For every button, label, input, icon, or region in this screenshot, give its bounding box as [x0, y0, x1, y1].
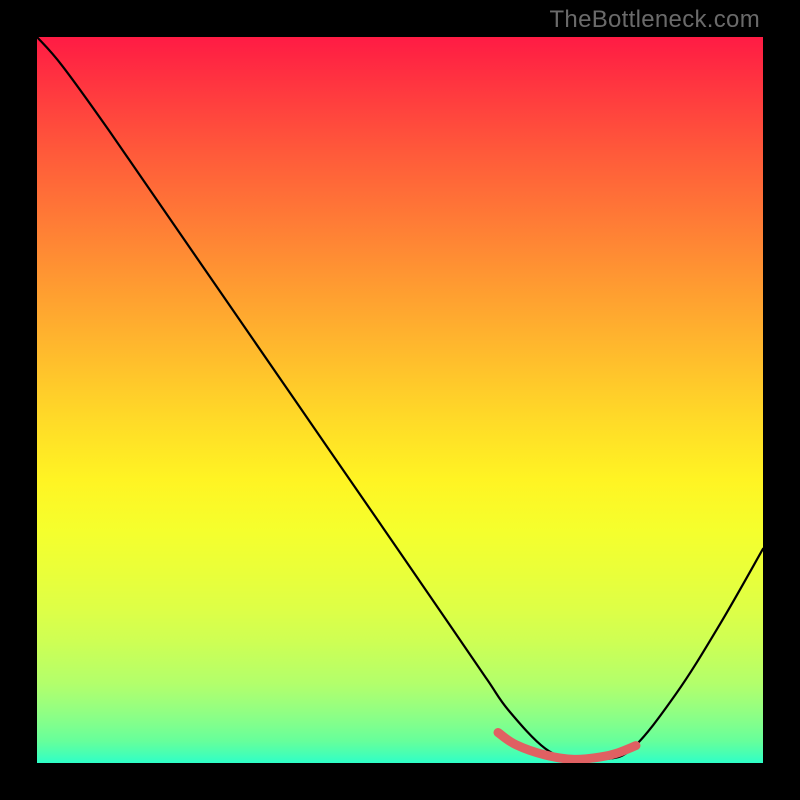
- highlight-segment: [498, 733, 636, 760]
- curve-layer: [37, 37, 763, 763]
- chart-frame: TheBottleneck.com: [0, 0, 800, 800]
- plot-area: [37, 37, 763, 763]
- bottleneck-curve: [37, 37, 763, 761]
- watermark-text: TheBottleneck.com: [549, 6, 760, 34]
